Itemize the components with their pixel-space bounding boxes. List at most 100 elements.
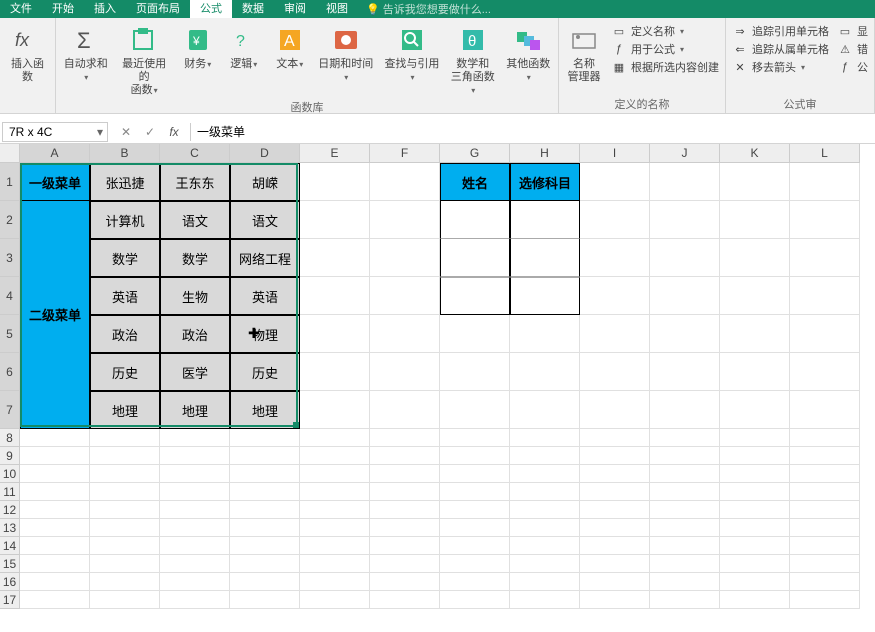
cell[interactable]: [90, 555, 160, 573]
tab-review[interactable]: 审阅: [274, 0, 316, 18]
cell[interactable]: [580, 447, 650, 465]
cell[interactable]: [370, 429, 440, 447]
cell[interactable]: [650, 555, 720, 573]
row-header-6[interactable]: 6: [0, 353, 20, 391]
cell[interactable]: [90, 483, 160, 501]
cell[interactable]: [300, 163, 370, 201]
cell[interactable]: 数学: [160, 239, 230, 277]
cell[interactable]: [370, 353, 440, 391]
cell[interactable]: [790, 391, 860, 429]
col-header-E[interactable]: E: [300, 144, 370, 163]
cell[interactable]: [440, 201, 510, 239]
cell[interactable]: 政治: [160, 315, 230, 353]
cell[interactable]: [370, 315, 440, 353]
cell[interactable]: [440, 239, 510, 277]
tell-me[interactable]: 💡 告诉我您想要做什么...: [366, 1, 491, 17]
cell[interactable]: [580, 239, 650, 277]
cell[interactable]: [790, 591, 860, 609]
use-in-formula-button[interactable]: ƒ用于公式▾: [611, 41, 719, 57]
cell[interactable]: [650, 239, 720, 277]
cell[interactable]: [370, 277, 440, 315]
cell[interactable]: [650, 537, 720, 555]
cell[interactable]: [160, 555, 230, 573]
cell-merged-A[interactable]: 二级菜单: [20, 201, 90, 429]
cell[interactable]: [790, 315, 860, 353]
cell[interactable]: [20, 483, 90, 501]
cell[interactable]: 姓名: [440, 163, 510, 201]
cell[interactable]: [580, 519, 650, 537]
cell[interactable]: [510, 555, 580, 573]
row-header-5[interactable]: 5: [0, 315, 20, 353]
cell[interactable]: 医学: [160, 353, 230, 391]
cell[interactable]: [370, 447, 440, 465]
cell[interactable]: [790, 483, 860, 501]
cell[interactable]: 英语: [90, 277, 160, 315]
cell[interactable]: [440, 537, 510, 555]
cell[interactable]: [300, 483, 370, 501]
cell[interactable]: [790, 501, 860, 519]
cell[interactable]: [650, 429, 720, 447]
financial-button[interactable]: ¥ 财务▾: [175, 21, 221, 71]
cell[interactable]: [300, 555, 370, 573]
cell[interactable]: [440, 465, 510, 483]
cell[interactable]: [230, 555, 300, 573]
cell[interactable]: [440, 447, 510, 465]
cell[interactable]: [650, 315, 720, 353]
row-header-17[interactable]: 17: [0, 591, 20, 609]
cell[interactable]: [370, 201, 440, 239]
select-all-corner[interactable]: [0, 144, 20, 163]
cell[interactable]: [650, 163, 720, 201]
col-header-D[interactable]: D: [230, 144, 300, 163]
row-header-15[interactable]: 15: [0, 555, 20, 573]
cell[interactable]: [440, 501, 510, 519]
cell[interactable]: [440, 555, 510, 573]
cell[interactable]: 网络工程: [230, 239, 300, 277]
cell[interactable]: [300, 537, 370, 555]
cell[interactable]: [580, 353, 650, 391]
cell[interactable]: [230, 501, 300, 519]
cell[interactable]: [720, 201, 790, 239]
cell[interactable]: 物理: [230, 315, 300, 353]
cell[interactable]: [160, 537, 230, 555]
cell[interactable]: [720, 573, 790, 591]
cell[interactable]: [580, 391, 650, 429]
cell[interactable]: [580, 201, 650, 239]
col-header-H[interactable]: H: [510, 144, 580, 163]
namebox-dropdown[interactable]: ▾: [93, 125, 107, 139]
cell[interactable]: [20, 501, 90, 519]
fx-button[interactable]: fx: [162, 125, 186, 139]
cell[interactable]: [580, 465, 650, 483]
col-header-B[interactable]: B: [90, 144, 160, 163]
col-header-F[interactable]: F: [370, 144, 440, 163]
cancel-button[interactable]: ✕: [114, 125, 138, 139]
cell[interactable]: [510, 519, 580, 537]
cell[interactable]: [300, 465, 370, 483]
cell[interactable]: [720, 591, 790, 609]
cell[interactable]: [20, 573, 90, 591]
cell[interactable]: [720, 483, 790, 501]
cell[interactable]: 计算机: [90, 201, 160, 239]
cell[interactable]: [650, 483, 720, 501]
cell[interactable]: [720, 353, 790, 391]
cell[interactable]: [790, 447, 860, 465]
row-header-10[interactable]: 10: [0, 465, 20, 483]
cell[interactable]: [580, 591, 650, 609]
row-header-12[interactable]: 12: [0, 501, 20, 519]
row-header-1[interactable]: 1: [0, 163, 20, 201]
cell[interactable]: [230, 429, 300, 447]
cell[interactable]: [370, 537, 440, 555]
cell[interactable]: 地理: [90, 391, 160, 429]
cell[interactable]: [720, 429, 790, 447]
cell[interactable]: [300, 501, 370, 519]
col-header-J[interactable]: J: [650, 144, 720, 163]
cell[interactable]: [510, 391, 580, 429]
cell[interactable]: [90, 537, 160, 555]
trace-dependents-button[interactable]: ⇐追踪从属单元格: [732, 41, 829, 57]
cell[interactable]: [370, 519, 440, 537]
cell[interactable]: [790, 429, 860, 447]
cell[interactable]: [720, 277, 790, 315]
cell[interactable]: [510, 315, 580, 353]
cell[interactable]: [230, 591, 300, 609]
row-header-8[interactable]: 8: [0, 429, 20, 447]
logical-button[interactable]: ? 逻辑▾: [221, 21, 267, 71]
